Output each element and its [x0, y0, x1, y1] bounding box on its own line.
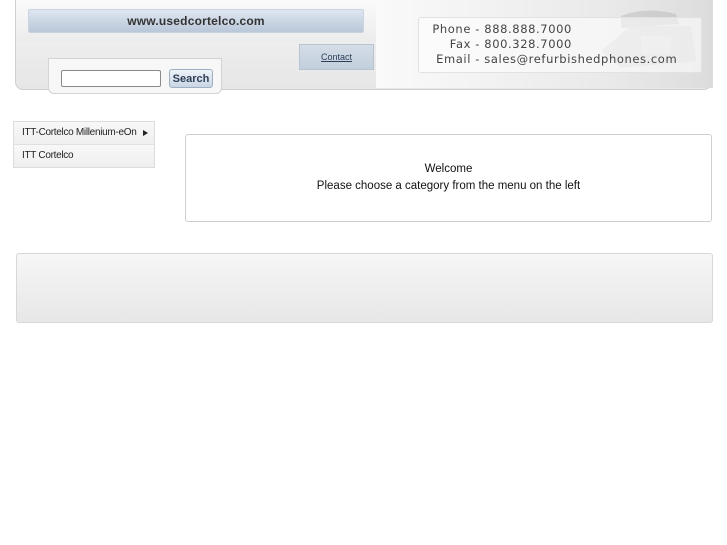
menu-item-millenium-eon[interactable]: ITT-Cortelco Millenium-eOn	[14, 122, 154, 145]
category-menu: ITT-Cortelco Millenium-eOn ITT Cortelco	[13, 121, 155, 168]
fax-label: Fax	[449, 37, 471, 51]
email-label: Email	[436, 52, 471, 66]
contact-info-panel: Phone - 888.888.7000 Fax - 800.328.7000 …	[376, 0, 713, 88]
search-button[interactable]: Search	[169, 69, 213, 88]
fax-line: Fax - 800.328.7000	[431, 37, 572, 51]
welcome-panel: Welcome Please choose a category from th…	[185, 134, 712, 222]
welcome-title: Welcome	[424, 163, 473, 175]
menu-item-label: ITT Cortelco	[22, 150, 74, 161]
search-input[interactable]	[61, 70, 161, 87]
site-url: www.usedcortelco.com	[127, 14, 265, 28]
menu-item-label: ITT-Cortelco Millenium-eOn	[22, 127, 137, 138]
fax-value: 800.328.7000	[484, 37, 572, 51]
header-left-panel: www.usedcortelco.com	[16, 0, 377, 42]
site-header: www.usedcortelco.com Contact Search Phon…	[15, 0, 713, 94]
welcome-message: Please choose a category from the menu o…	[316, 180, 581, 192]
menu-item-itt-cortelco[interactable]: ITT Cortelco	[14, 145, 154, 167]
contact-link[interactable]: Contact	[299, 44, 374, 70]
phone-value: 888.888.7000	[484, 22, 572, 36]
email-value: sales@refurbishedphones.com	[484, 52, 678, 66]
search-box: Search	[48, 58, 222, 94]
site-url-bar: www.usedcortelco.com	[28, 9, 364, 33]
arrow-right-icon	[143, 130, 148, 136]
email-line: Email - sales@refurbishedphones.com	[431, 52, 677, 66]
phone-label: Phone	[432, 22, 471, 36]
phone-line: Phone - 888.888.7000	[432, 22, 572, 36]
footer-band	[16, 253, 713, 323]
